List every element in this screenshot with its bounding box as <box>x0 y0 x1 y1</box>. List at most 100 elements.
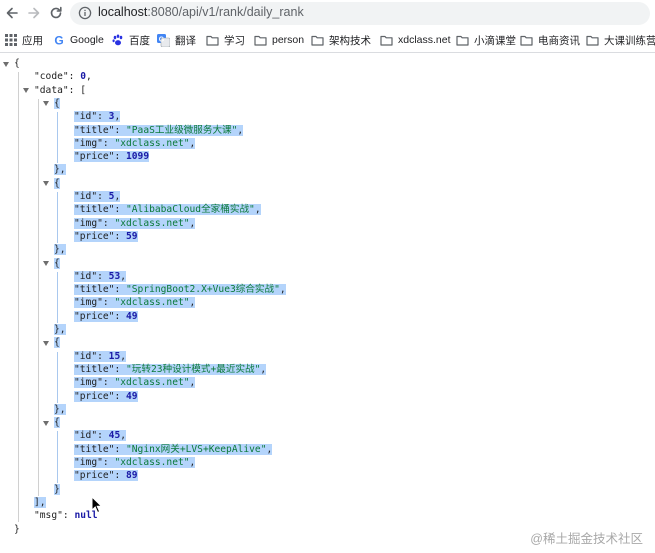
json-line-title: "title": "AlibabaCloud全家桶实战", <box>74 203 261 217</box>
json-number: 45 <box>108 430 121 442</box>
json-line-img: "img": "xdclass.net", <box>74 137 196 151</box>
colon: : <box>62 510 75 522</box>
forward-button[interactable] <box>24 3 44 23</box>
line-content: "price": 1099 <box>74 151 150 163</box>
bookmark-folder-ecommerce[interactable]: 电商资讯 <box>520 33 580 47</box>
collapse-toggle-root[interactable] <box>3 61 9 67</box>
json-key: "title" <box>74 284 115 296</box>
bookmark-folder-xdclass[interactable]: xdclass.net <box>380 33 451 47</box>
address-bar[interactable]: localhost:8080/api/v1/rank/daily_rank <box>70 2 650 25</box>
json-line-price: "price": 49 <box>74 390 138 404</box>
bookmark-folder-bootcamp[interactable]: 大课训练营 <box>586 33 655 47</box>
json-key: "title" <box>74 124 115 136</box>
info-icon[interactable] <box>78 6 92 20</box>
line-content: { <box>54 177 60 189</box>
bookmark-baidu[interactable]: 百度 <box>111 33 150 47</box>
bookmark-label: 小滴课堂 <box>474 34 516 47</box>
indent-guide <box>57 192 58 244</box>
brace-open: { <box>14 58 20 69</box>
json-key: "id" <box>74 270 98 282</box>
json-line-img: "img": "xdclass.net", <box>74 217 196 231</box>
json-line-title: "title": "SpringBoot2.X+Vue3综合实战", <box>74 283 286 297</box>
line-content: "data": [ <box>34 85 86 96</box>
line-content: { <box>54 97 60 109</box>
line-content: "img": "xdclass.net", <box>74 217 196 229</box>
colon: : <box>97 111 109 123</box>
colon: : <box>114 284 126 296</box>
line-content: "title": "SpringBoot2.X+Vue3综合实战", <box>74 284 286 296</box>
bookmark-label: 大课训练营 <box>604 34 655 47</box>
line-content: "id": 5, <box>74 191 121 202</box>
json-key: "code" <box>34 71 69 83</box>
reload-button[interactable] <box>46 3 66 23</box>
json-line-msg: "msg": null <box>34 509 98 523</box>
brace-close: }, <box>54 244 66 256</box>
colon: : <box>114 310 126 322</box>
colon: : <box>114 230 126 242</box>
json-root-close: } <box>14 523 20 537</box>
line-content: "id": 53, <box>74 270 127 282</box>
collapse-toggle-item[interactable] <box>43 420 49 426</box>
brace-open: { <box>54 417 60 429</box>
line-content: "title": "玩转23种设计模式+最近实战", <box>74 363 267 375</box>
json-key: "msg" <box>34 510 63 522</box>
bookmark-apps[interactable]: 应用 <box>4 33 43 47</box>
bookmark-google[interactable]: G Google <box>52 33 104 47</box>
collapse-toggle-data[interactable] <box>23 88 29 94</box>
indent-guide <box>18 72 19 523</box>
line-content: "msg": null <box>34 510 98 521</box>
json-key: "price" <box>74 470 115 482</box>
url-text[interactable]: localhost:8080/api/v1/rank/daily_rank <box>98 5 304 19</box>
bookmark-label: person <box>272 34 305 46</box>
collapse-toggle-item[interactable] <box>43 261 49 266</box>
bookmark-folder-xiaodi[interactable]: 小滴课堂 <box>456 33 516 47</box>
comma: , <box>189 297 196 309</box>
colon: : <box>114 390 126 402</box>
watermark: @稀土掘金技术社区 <box>530 532 643 546</box>
bookmark-translate[interactable]: G 翻译 <box>157 33 196 47</box>
comma: , <box>189 457 196 468</box>
colon: : <box>68 71 81 83</box>
bookmark-folder-study[interactable]: 学习 <box>206 33 245 47</box>
json-number: 59 <box>126 230 138 242</box>
collapse-toggle-item[interactable] <box>43 340 49 346</box>
json-line-img: "img": "xdclass.net", <box>74 376 196 390</box>
bookmark-folder-architecture[interactable]: 架构技术 <box>311 33 371 47</box>
line-content: "price": 49 <box>74 310 138 322</box>
line-content: "img": "xdclass.net", <box>74 457 196 468</box>
collapse-toggle-item[interactable] <box>43 181 49 187</box>
json-number: 89 <box>126 470 138 482</box>
json-object-open: { <box>54 177 60 191</box>
json-line-id: "id": 45, <box>74 429 127 443</box>
google-icon: G <box>52 34 65 47</box>
translate-icon: G <box>157 33 170 47</box>
json-string: "AlibabaCloud全家桶实战" <box>126 204 255 216</box>
folder-icon <box>254 34 267 47</box>
line-content: "price": 89 <box>74 470 138 482</box>
line-content: "id": 15, <box>74 350 127 362</box>
comma: , <box>266 443 273 455</box>
json-line-img: "img": "xdclass.net", <box>74 296 196 310</box>
back-button[interactable] <box>2 3 22 23</box>
colon: : <box>114 363 126 375</box>
colon: : <box>102 457 115 468</box>
json-key: "id" <box>74 350 98 362</box>
line-content: "img": "xdclass.net", <box>74 377 196 389</box>
json-string: "Nginx网关+LVS+KeepAlive" <box>126 443 267 455</box>
bookmarks-bar: 应用 G Google 百度 G 翻译 学习 person 架构技术 xdcla… <box>0 28 655 53</box>
json-object-open: { <box>54 336 60 350</box>
line-content: "title": "AlibabaCloud全家桶实战", <box>74 204 261 216</box>
json-line-img: "img": "xdclass.net", <box>74 456 196 470</box>
bookmark-folder-person[interactable]: person <box>254 33 304 47</box>
json-line-price: "price": 1099 <box>74 150 150 164</box>
collapse-toggle-item[interactable] <box>43 101 49 107</box>
json-line-id: "id": 15, <box>74 350 127 364</box>
folder-icon <box>206 34 219 47</box>
json-key: "data" <box>34 84 69 96</box>
bookmark-label: 应用 <box>22 34 43 47</box>
colon: : <box>97 270 109 282</box>
folder-icon <box>311 34 324 47</box>
line-content: "code": 0, <box>34 71 92 82</box>
bookmark-label: xdclass.net <box>398 34 451 46</box>
line-content: "price": 49 <box>74 390 138 402</box>
